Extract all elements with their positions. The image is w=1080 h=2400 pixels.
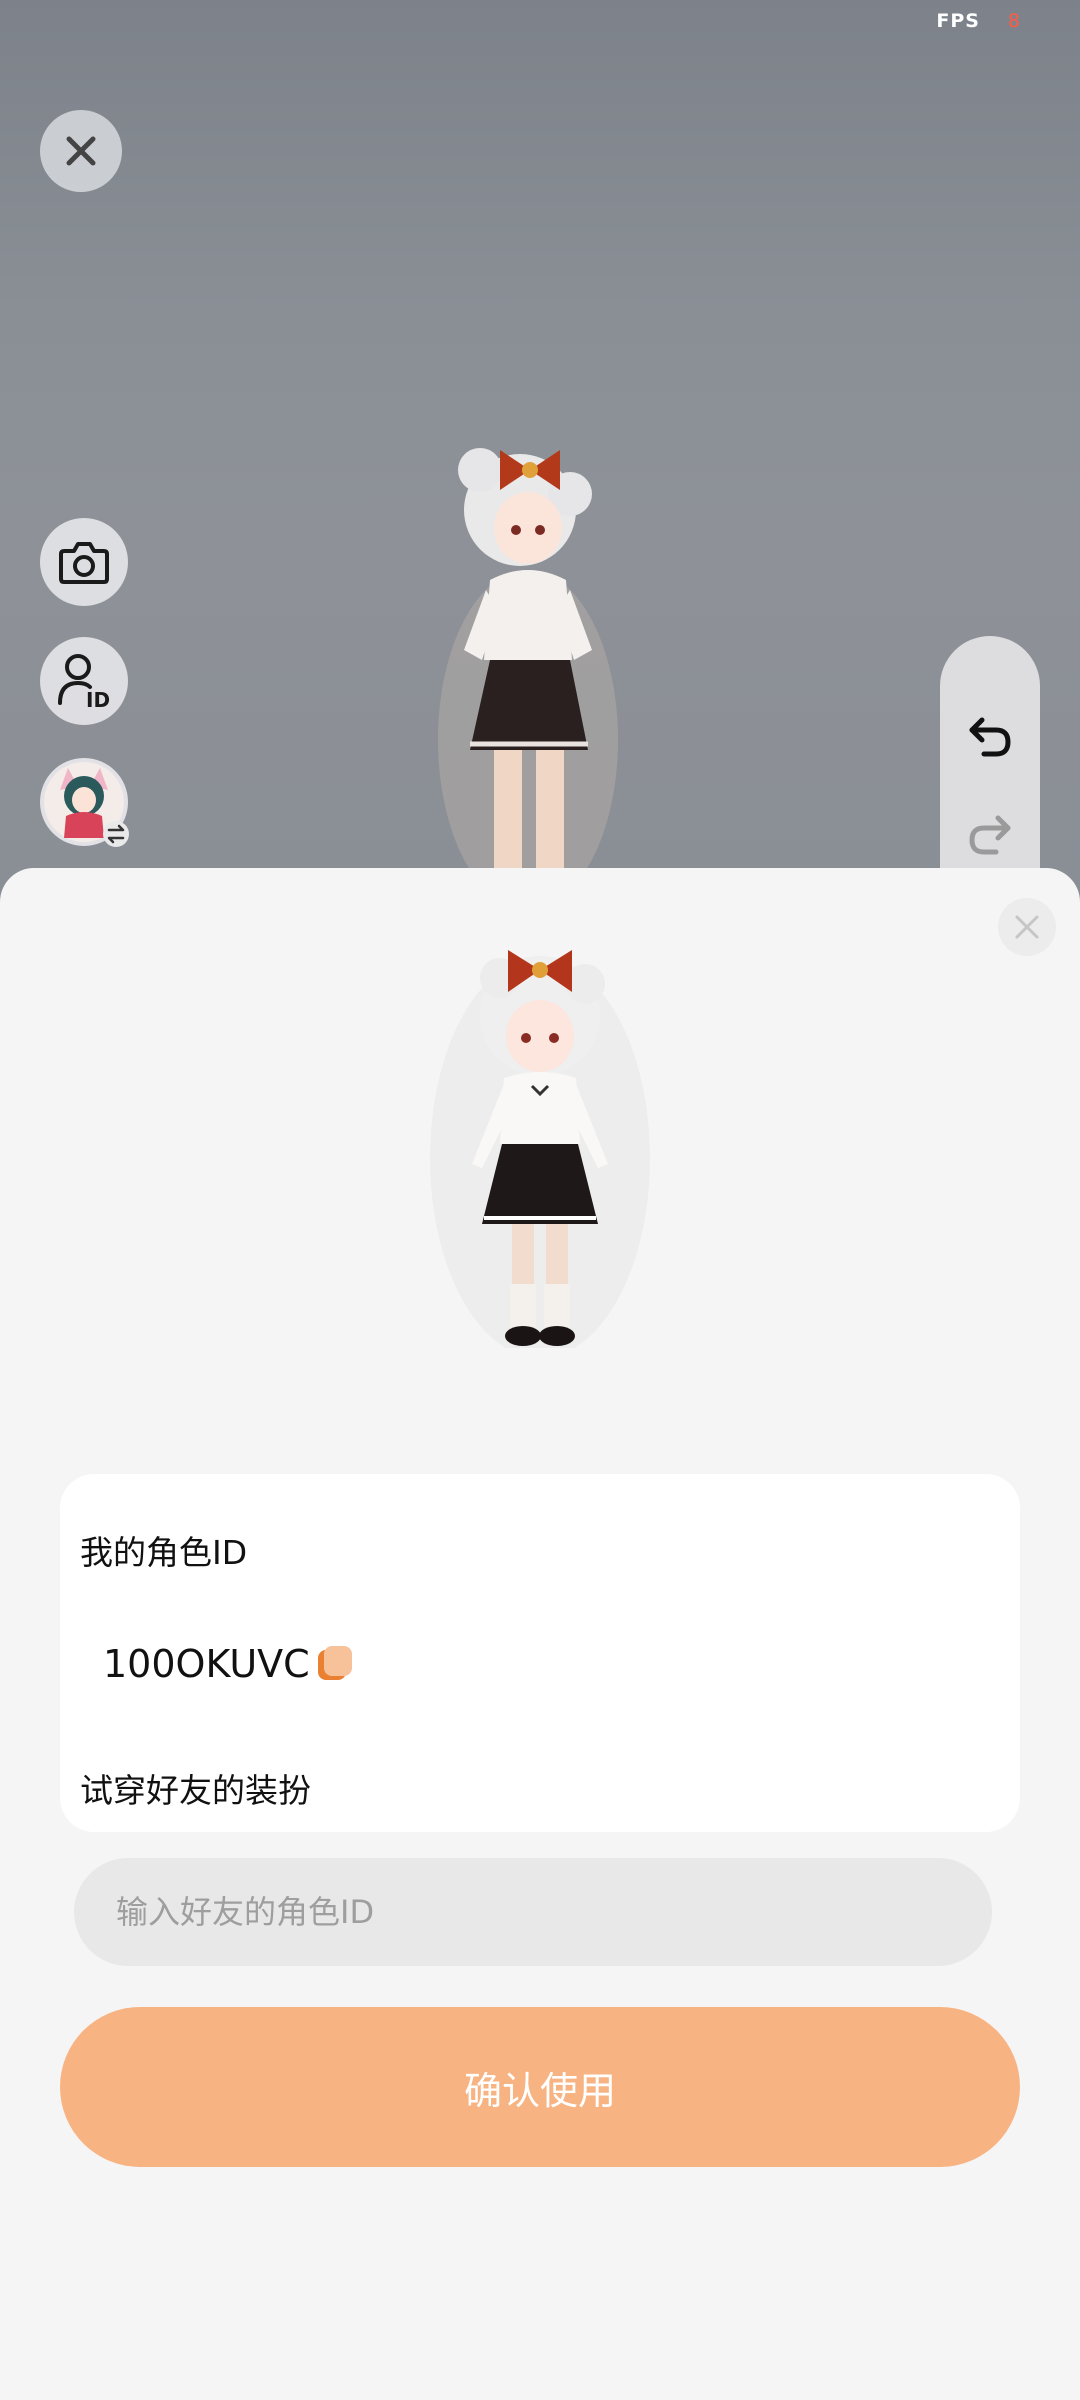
camera-button[interactable] <box>40 518 128 606</box>
avatar-preview <box>430 950 650 1348</box>
my-id-value: 100OKUVC <box>103 1642 310 1686</box>
close-button[interactable] <box>40 110 122 192</box>
my-id-row: 100OKUVC <box>103 1642 354 1686</box>
id-card: 我的角色ID 100OKUVC 试穿好友的装扮 <box>60 1474 1020 1966</box>
fps-value: 8 <box>1007 10 1020 32</box>
close-icon <box>1015 915 1039 939</box>
svg-text:ID: ID <box>86 688 110 711</box>
my-id-label: 我的角色ID <box>80 1533 248 1572</box>
undo-icon <box>969 717 1011 757</box>
character-id-button[interactable]: ID <box>40 637 128 725</box>
close-icon <box>66 136 96 166</box>
copy-icon[interactable] <box>317 1646 354 1682</box>
redo-button[interactable] <box>960 804 1020 864</box>
friend-id-input[interactable] <box>74 1858 992 1966</box>
redo-icon <box>969 815 1011 855</box>
avatar-figure-viewport <box>438 448 618 900</box>
character-id-sheet: 我的角色ID 100OKUVC 试穿好友的装扮 确认使用 <box>0 868 1080 2400</box>
avatar-switch-button[interactable] <box>40 758 129 847</box>
avatar-viewport[interactable]: FPS 8 ID <box>0 0 1080 936</box>
camera-icon <box>59 542 109 584</box>
swap-icon <box>103 821 129 847</box>
confirm-button[interactable]: 确认使用 <box>60 2007 1020 2167</box>
user-id-icon: ID <box>58 654 110 711</box>
undo-button[interactable] <box>960 706 1020 766</box>
sheet-close-button[interactable] <box>998 898 1056 956</box>
try-on-label: 试穿好友的装扮 <box>80 1771 311 1810</box>
fps-label: FPS <box>936 10 980 32</box>
